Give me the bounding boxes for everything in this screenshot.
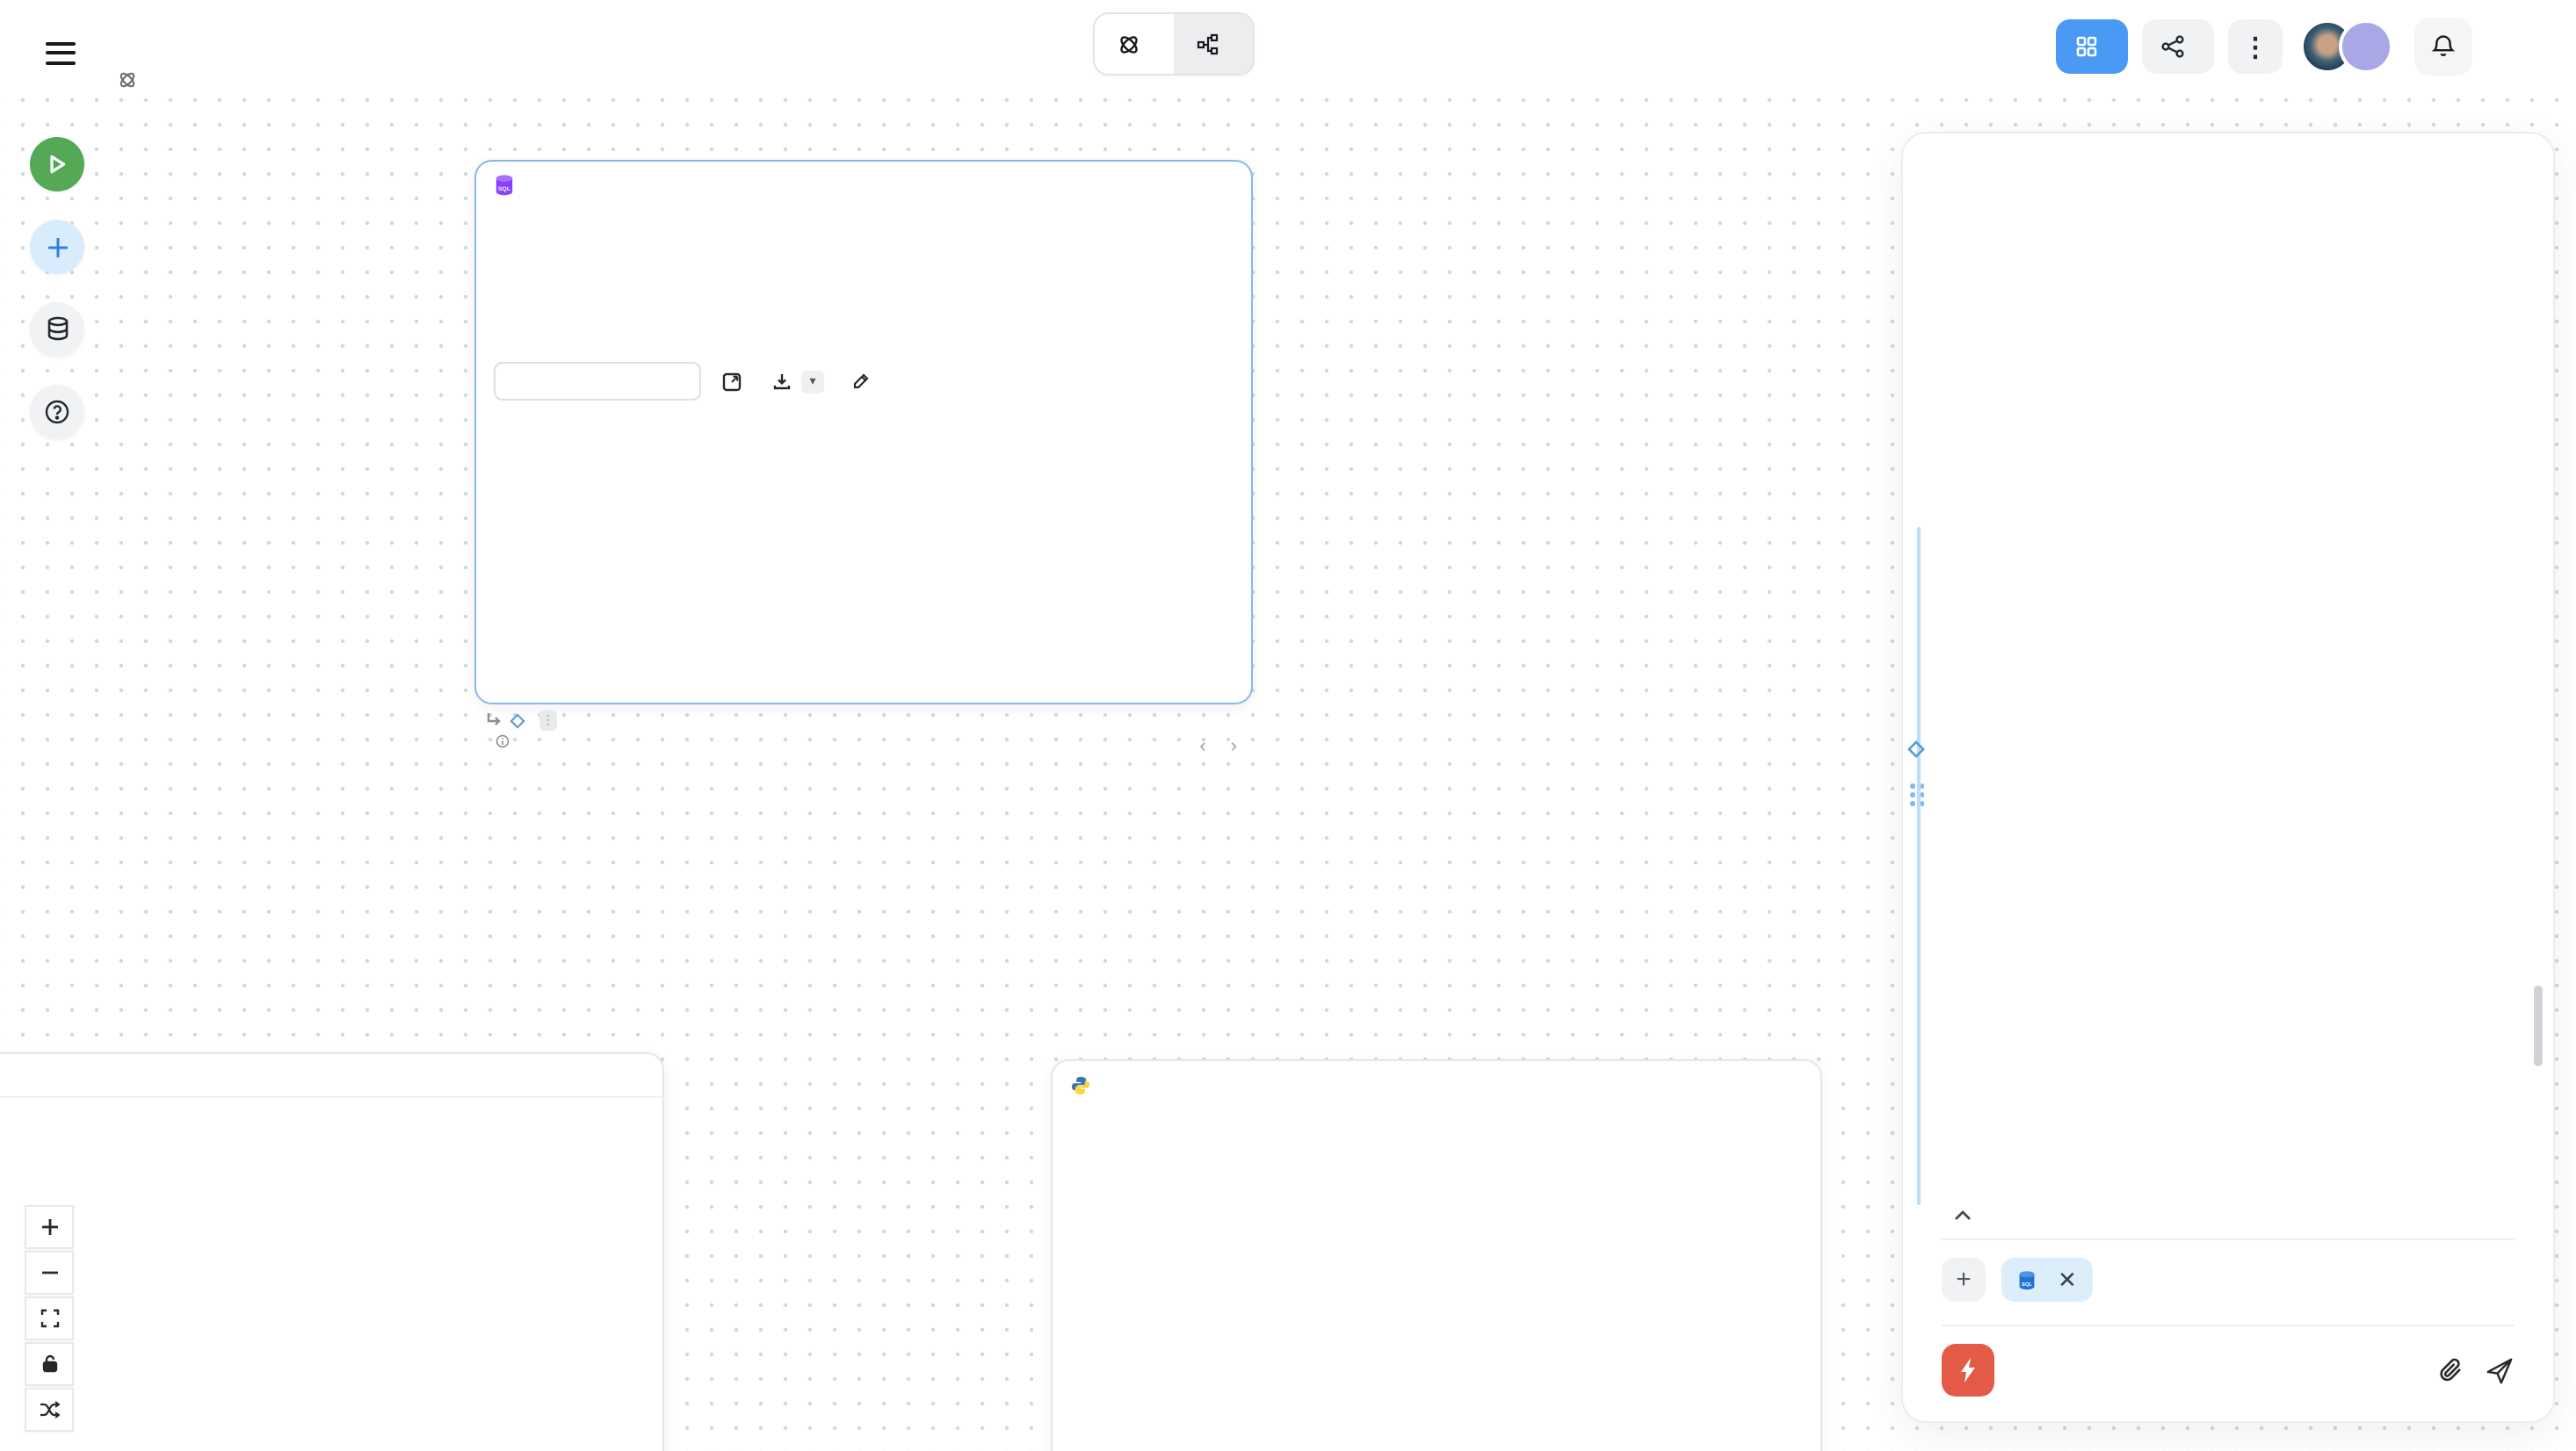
download-icon: [773, 372, 791, 390]
collaborator-avatars: [2300, 19, 2393, 74]
data-sources-button[interactable]: [30, 302, 84, 357]
expand-icon: [722, 372, 742, 391]
attachment-icon[interactable]: [2437, 1356, 2465, 1384]
remove-context-icon[interactable]: ✕: [2058, 1266, 2077, 1294]
record-count: [494, 734, 510, 759]
send-icon[interactable]: [2485, 1355, 2514, 1385]
drag-handle-icon[interactable]: [1910, 783, 1925, 806]
chip-more-button[interactable]: ⋮: [539, 710, 557, 731]
return-arrow-icon: [485, 711, 503, 729]
lightning-icon: [1956, 1356, 1980, 1384]
share-icon: [2161, 35, 2184, 58]
svg-text:SQL: SQL: [498, 186, 510, 192]
format-button[interactable]: [852, 372, 875, 390]
node-campaign-roi[interactable]: [0, 1052, 664, 1451]
database-icon: [45, 316, 69, 343]
node-platform-performance[interactable]: [1051, 1059, 1822, 1451]
zoom-out-button[interactable]: [25, 1251, 74, 1295]
panel-resize-indicator[interactable]: [1917, 527, 1921, 1205]
python-code-editor[interactable]: [1053, 1107, 1820, 1451]
help-button[interactable]: [30, 385, 84, 439]
export-button[interactable]: ▾: [773, 370, 824, 393]
tab-smartbook[interactable]: [1095, 14, 1174, 74]
ask-question-input[interactable]: [2014, 1354, 2418, 1386]
shuffle-button[interactable]: [25, 1388, 74, 1432]
publish-button[interactable]: [2056, 19, 2128, 74]
add-node-button[interactable]: [30, 220, 84, 274]
fullscreen-button[interactable]: [25, 1296, 74, 1340]
model-selector[interactable]: [1942, 1210, 1972, 1221]
sql-node-icon: SQL: [494, 174, 515, 197]
play-icon: [46, 153, 69, 176]
next-page-button[interactable]: ›: [1231, 736, 1237, 757]
sql-chip-icon: SQL: [2017, 1269, 2037, 1290]
ai-chat-panel: + SQL ✕: [1901, 132, 2555, 1423]
more-menu-button[interactable]: ⋮: [2228, 19, 2283, 74]
info-icon: [496, 734, 510, 748]
plus-icon: [45, 235, 69, 259]
context-chip-cleaned-data[interactable]: SQL ✕: [2001, 1258, 2093, 1302]
workflow-icon: [1197, 32, 1219, 55]
chevron-up-icon: [1954, 1210, 1972, 1221]
avatar-initial[interactable]: [2339, 19, 2393, 74]
divider: [0, 1096, 662, 1098]
breadcrumb: [118, 70, 165, 90]
pin-icon[interactable]: [1907, 740, 1926, 759]
smartbook-icon: [118, 70, 137, 90]
zoom-in-button[interactable]: [25, 1205, 74, 1249]
publish-grid-icon: [2075, 35, 2098, 58]
table-search-input[interactable]: [494, 362, 701, 401]
run-workflow-button[interactable]: [30, 137, 84, 191]
plotly-toolbar: [25, 1205, 74, 1432]
svg-text:SQL: SQL: [2022, 1281, 2032, 1287]
menu-icon[interactable]: [46, 42, 76, 70]
lock-button[interactable]: [25, 1342, 74, 1386]
fabi-logo: [1942, 1344, 1994, 1397]
view-toggle: [1093, 12, 1255, 76]
add-context-button[interactable]: +: [1942, 1258, 1986, 1302]
app-root: SQL ▾ ‹: [0, 0, 2576, 1451]
share-button[interactable]: [2142, 19, 2214, 74]
format-icon: [852, 372, 870, 390]
panel-scrollbar[interactable]: [2534, 985, 2543, 1066]
expand-table-button[interactable]: [722, 372, 742, 391]
node-cleaned-data[interactable]: SQL ▾ ‹: [474, 160, 1253, 704]
chat-transcript[interactable]: [1942, 144, 2493, 1196]
bell-icon: [2430, 33, 2457, 60]
export-options-chevron[interactable]: ▾: [801, 370, 824, 393]
notifications-button[interactable]: [2414, 18, 2472, 76]
output-dataframe-chip[interactable]: ⋮: [485, 710, 557, 731]
python-icon: [1070, 1075, 1091, 1096]
prev-page-button[interactable]: ‹: [1199, 736, 1205, 757]
scatter-plot[interactable]: [0, 1282, 662, 1451]
dataframe-diamond-icon: [510, 712, 525, 728]
help-icon: [44, 399, 70, 425]
smartbook-icon: [1118, 32, 1140, 55]
tab-workflow[interactable]: [1174, 14, 1253, 74]
